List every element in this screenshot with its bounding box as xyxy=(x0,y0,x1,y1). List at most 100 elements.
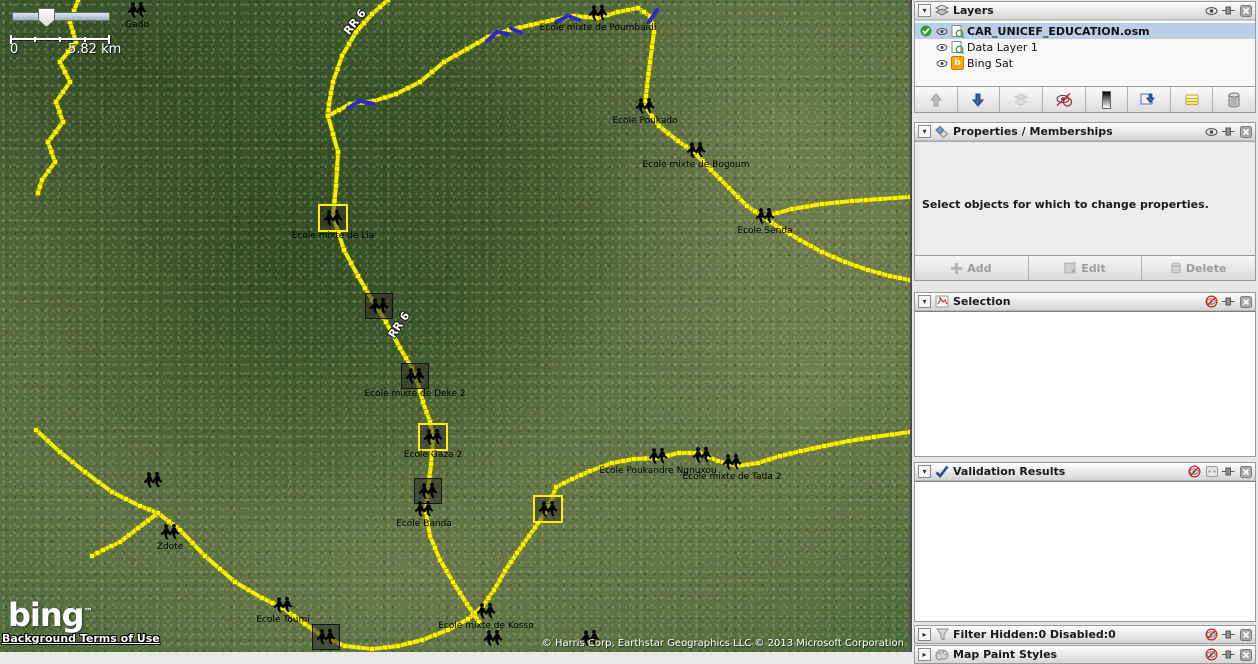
way-node[interactable] xyxy=(636,6,641,11)
sticky-pin-icon[interactable] xyxy=(1222,628,1235,641)
way-node[interactable] xyxy=(626,8,631,13)
way-node[interactable] xyxy=(156,511,161,516)
school-marker[interactable] xyxy=(482,629,504,647)
way-node[interactable] xyxy=(610,461,615,466)
map-canvas[interactable]: Gado Ecole mixte de Poumbaidi Ecole Pouk… xyxy=(0,0,912,652)
way-node[interactable] xyxy=(898,276,903,281)
way-node[interactable] xyxy=(36,191,41,196)
way-node[interactable] xyxy=(893,196,898,201)
way-node[interactable] xyxy=(83,470,88,475)
way-node[interactable] xyxy=(138,504,143,509)
sticky-pin-icon[interactable] xyxy=(1222,125,1235,138)
eye-icon[interactable] xyxy=(1205,4,1218,17)
zoom-slider[interactable] xyxy=(12,8,108,26)
school-marker[interactable] xyxy=(533,495,563,523)
way-node[interactable] xyxy=(790,207,795,212)
way-node[interactable] xyxy=(727,186,732,191)
way-node[interactable] xyxy=(515,551,520,556)
sticky-pin-icon[interactable] xyxy=(1222,465,1235,478)
eye-slash-icon[interactable] xyxy=(1205,628,1218,641)
delete-button[interactable]: Delete xyxy=(1142,256,1255,280)
way-node[interactable] xyxy=(340,54,345,59)
collapse-button[interactable]: ▾ xyxy=(918,4,931,17)
layer-visibility-eye-icon[interactable] xyxy=(935,25,948,38)
layer-row[interactable]: b Bing Sat xyxy=(915,55,1255,71)
way-node[interactable] xyxy=(233,580,238,585)
way-node[interactable] xyxy=(799,449,804,454)
way-node[interactable] xyxy=(384,320,389,325)
way-node[interactable] xyxy=(872,435,877,440)
way-node[interactable] xyxy=(864,198,869,203)
collapse-button[interactable]: ▾ xyxy=(918,125,931,138)
way-node[interactable] xyxy=(109,544,114,549)
way-node[interactable] xyxy=(124,497,129,502)
way-node[interactable] xyxy=(453,53,458,58)
validation-results-list[interactable] xyxy=(915,481,1255,621)
way-node[interactable] xyxy=(767,457,772,462)
way-node[interactable] xyxy=(433,633,438,638)
road-way[interactable] xyxy=(328,8,763,217)
school-marker[interactable]: Ecole Poukandre Ngnuxou xyxy=(647,447,669,465)
way-node[interactable] xyxy=(718,177,723,182)
school-marker[interactable]: Ecole mixte de Tada 2 xyxy=(721,453,743,471)
way-node[interactable] xyxy=(349,261,354,266)
school-marker[interactable] xyxy=(365,293,393,319)
way-node[interactable] xyxy=(908,430,910,435)
way-node[interactable] xyxy=(46,439,51,444)
way-node[interactable] xyxy=(854,264,859,269)
layer-opacity-button[interactable] xyxy=(1086,87,1129,112)
way-node[interactable] xyxy=(890,432,895,437)
way-node[interactable] xyxy=(465,47,470,52)
way-node[interactable] xyxy=(335,167,340,172)
way-node[interactable] xyxy=(820,250,825,255)
eye-slash-icon[interactable] xyxy=(1188,465,1201,478)
merge-layer-button[interactable] xyxy=(1000,87,1043,112)
way-node[interactable] xyxy=(756,461,761,466)
way-node[interactable] xyxy=(616,10,621,15)
school-marker[interactable] xyxy=(312,624,340,650)
way-node[interactable] xyxy=(444,569,449,574)
way-node[interactable] xyxy=(908,195,910,200)
way-node[interactable] xyxy=(716,459,721,464)
close-icon[interactable] xyxy=(1239,295,1252,308)
way-node[interactable] xyxy=(54,100,59,105)
way-node[interactable] xyxy=(378,5,383,10)
layer-row-active[interactable]: CAR_UNICEF_EDUCATION.osm xyxy=(915,23,1255,39)
school-marker[interactable]: Ecole Gaza 2 xyxy=(418,423,448,451)
way-node[interactable] xyxy=(406,86,411,91)
eye-icon[interactable] xyxy=(1205,125,1218,138)
way-node[interactable] xyxy=(428,534,433,539)
way-node[interactable] xyxy=(421,400,426,405)
way-node[interactable] xyxy=(420,638,425,643)
way-node[interactable] xyxy=(61,120,66,125)
way-node[interactable] xyxy=(831,255,836,260)
way-node[interactable] xyxy=(418,80,423,85)
collapse-button[interactable]: ▾ xyxy=(918,465,931,478)
way-node[interactable] xyxy=(46,140,51,145)
way-node[interactable] xyxy=(798,238,803,243)
edit-button[interactable]: Edit xyxy=(1029,256,1143,280)
way-node[interactable] xyxy=(486,596,491,601)
school-marker[interactable] xyxy=(142,471,164,489)
way-node[interactable] xyxy=(63,70,68,75)
way-node[interactable] xyxy=(570,477,575,482)
way-node[interactable] xyxy=(621,459,626,464)
sticky-pin-icon[interactable] xyxy=(1222,648,1235,661)
way-node[interactable] xyxy=(40,178,45,183)
way-node[interactable] xyxy=(632,457,637,462)
way-node[interactable] xyxy=(850,199,855,204)
school-marker[interactable]: Ecole mixte de Poumbaidi xyxy=(587,4,609,22)
way-node[interactable] xyxy=(396,644,401,649)
way-node[interactable] xyxy=(430,70,435,75)
way-node[interactable] xyxy=(61,90,66,95)
way-node[interactable] xyxy=(438,558,443,563)
terms-of-use-link[interactable]: Background Terms of Use xyxy=(2,632,160,645)
way-node[interactable] xyxy=(76,0,81,2)
way-node[interactable] xyxy=(809,244,814,249)
way-node[interactable] xyxy=(146,518,151,523)
way-node[interactable] xyxy=(334,184,339,189)
way-node[interactable] xyxy=(835,200,840,205)
way-node[interactable] xyxy=(203,554,208,559)
way-node[interactable] xyxy=(745,204,750,209)
way-node[interactable] xyxy=(68,80,73,85)
